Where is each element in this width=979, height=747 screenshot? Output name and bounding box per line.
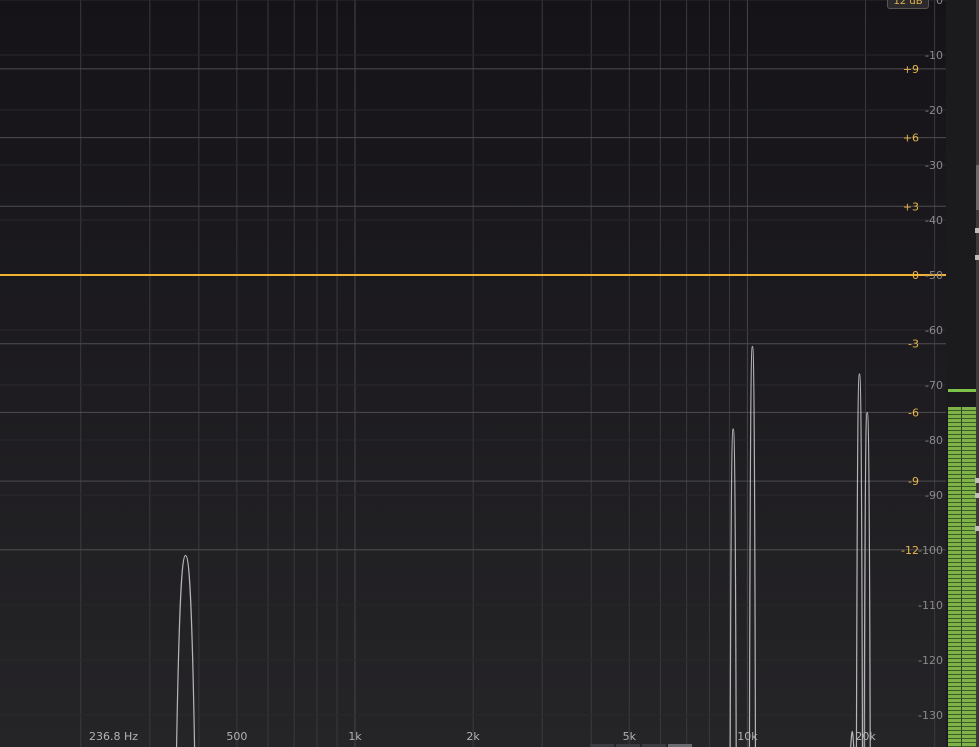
gain-label: -12 [901,544,919,557]
cursor-frequency-readout: 236.8 Hz [89,730,138,743]
db-label: 0 [936,0,943,7]
gain-label: -3 [908,338,919,351]
db-label: -80 [925,434,943,447]
db-label: -90 [925,489,943,502]
meter-marker [975,478,979,483]
level-meter-peak [948,388,976,392]
freq-label: 1k [348,730,362,743]
gain-label: -6 [908,406,919,419]
meter-marker [975,228,979,233]
freq-label: 5k [623,730,637,743]
range-button[interactable]: 12 dB [887,0,929,9]
freq-label: 20k [855,730,876,743]
db-label: -60 [925,324,943,337]
gain-label: -9 [908,475,919,488]
gain-label: +3 [903,200,919,213]
freq-label: 2k [466,730,480,743]
db-label: -40 [925,214,943,227]
gain-label: +9 [903,63,919,76]
db-label: -100 [918,544,943,557]
gain-label: +6 [903,132,919,145]
db-label: -20 [925,104,943,117]
db-label: -30 [925,159,943,172]
meter-marker [975,493,979,498]
gain-label: 0 [912,269,919,282]
spectrum-analyzer[interactable]: 0-10-20-30-40-50-60-70-80-90-100-110-120… [0,0,979,747]
db-label: -130 [918,709,943,722]
level-meter-bar [948,406,976,747]
db-label: -70 [925,379,943,392]
db-label: -110 [918,599,943,612]
meter-marker [975,526,979,531]
meter-marker [975,255,979,260]
freq-label: 500 [226,730,247,743]
freq-label: 10k [737,730,758,743]
db-label: -120 [918,654,943,667]
db-label: -50 [925,269,943,282]
db-label: -10 [925,49,943,62]
